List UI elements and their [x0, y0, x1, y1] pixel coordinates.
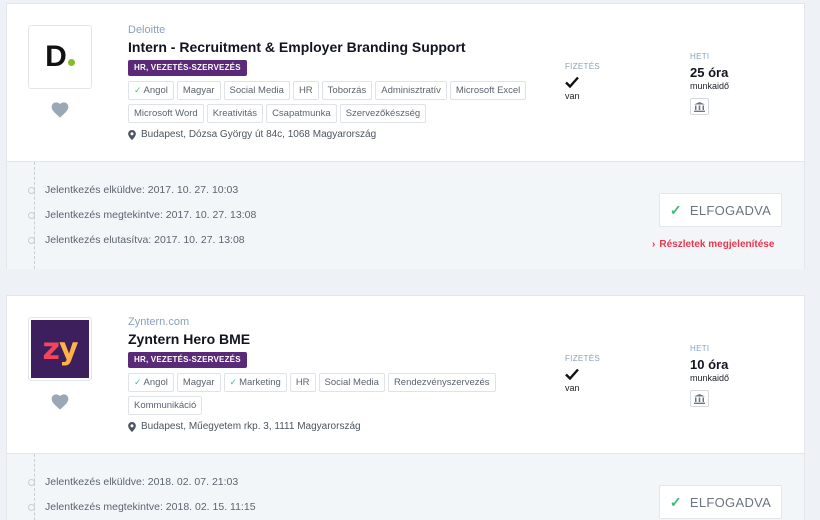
application-card-2: zy Zyntern.com Zyntern Hero BME HR, VEZE…	[6, 295, 805, 520]
tag-microsoft-word: Microsoft Word	[128, 104, 204, 123]
company-logo[interactable]: zy	[28, 317, 92, 381]
tag-szervezokeszseg: Szervezőkészség	[339, 104, 427, 123]
timeline-viewed: Jelentkezés megtekintve: 2017. 10. 27. 1…	[28, 209, 256, 221]
hours-label: HETI	[690, 344, 710, 353]
pay-label: FIZETÉS	[565, 354, 600, 363]
timeline-dot-icon	[28, 186, 35, 194]
check-icon: ✓	[229, 377, 238, 387]
hours-unit: munkaidő	[690, 373, 730, 383]
timeline-sent: Jelentkezés elküldve: 2017. 10. 27. 10:0…	[28, 184, 238, 196]
address-text: Budapest, Dózsa György út 84c, 1068 Magy…	[141, 129, 377, 140]
workplace-building-icon	[690, 98, 709, 115]
tag-angol: ✓ Angol	[128, 373, 174, 392]
company-name[interactable]: Deloitte	[128, 24, 165, 36]
skill-tags: ✓ Angol Magyar ✓ Marketing HR Social Media…	[128, 373, 548, 415]
timeline-dot-icon	[28, 503, 35, 511]
check-icon: ✓	[669, 493, 682, 510]
tag-hr: HR	[289, 373, 316, 392]
tag-marketing: ✓ Marketing	[223, 373, 287, 392]
timeline-dot-icon	[28, 478, 35, 486]
timeline-dot-icon	[28, 211, 35, 219]
tag-microsoft-excel: Microsoft Excel	[449, 81, 527, 100]
tag-social-media: Social Media	[318, 373, 385, 392]
hours-value: 25 óra	[690, 65, 729, 80]
timeline-dot-icon	[28, 236, 35, 244]
job-summary: D Deloitte Intern - Recruitment & Employ…	[7, 4, 804, 161]
application-timeline: Jelentkezés elküldve: 2018. 02. 07. 21:0…	[7, 453, 804, 520]
tag-csapatmunka: Csapatmunka	[266, 104, 337, 123]
company-name[interactable]: Zyntern.com	[128, 316, 189, 328]
pay-check-icon	[565, 76, 579, 88]
zyntern-logo-icon: zy	[31, 320, 89, 378]
tag-adminisztrativ: Adminisztratív	[375, 81, 447, 100]
workplace-building-icon	[690, 390, 709, 407]
tag-magyar: Magyar	[176, 373, 221, 392]
status-badge: ✓ ELFOGADVA	[659, 193, 782, 227]
check-icon: ✓	[134, 85, 142, 95]
company-logo[interactable]: D	[28, 25, 92, 89]
tag-toborzas: Toborzás	[321, 81, 373, 100]
pay-check-icon	[565, 368, 579, 380]
location-pin-icon	[128, 421, 136, 432]
timeline-viewed: Jelentkezés megtekintve: 2018. 02. 15. 1…	[28, 501, 256, 513]
tag-hr: HR	[292, 81, 319, 100]
tag-angol: ✓ Angol	[128, 81, 174, 100]
job-title[interactable]: Zyntern Hero BME	[128, 331, 250, 347]
tag-rendezvenyszervezes: Rendezvényszervezés	[387, 373, 496, 392]
address-text: Budapest, Műegyetem rkp. 3, 1111 Magyaro…	[141, 421, 361, 432]
check-icon: ✓	[669, 201, 682, 218]
favorite-heart-icon[interactable]	[51, 394, 69, 410]
job-address: Budapest, Dózsa György út 84c, 1068 Magy…	[128, 129, 376, 140]
tag-kommunikacio: Kommunikáció	[128, 396, 203, 415]
tag-kreativitas: Kreativitás	[206, 104, 264, 123]
tag-magyar: Magyar	[176, 81, 221, 100]
timeline-rejected: Jelentkezés elutasítva: 2017. 10. 27. 13…	[28, 234, 245, 246]
favorite-heart-icon[interactable]	[51, 102, 69, 118]
tag-social-media: Social Media	[223, 81, 290, 100]
category-badge: HR, VEZETÉS-SZERVEZÉS	[128, 60, 247, 76]
pay-value: van	[565, 383, 580, 393]
timeline-sent: Jelentkezés elküldve: 2018. 02. 07. 21:0…	[28, 476, 238, 488]
status-badge: ✓ ELFOGADVA	[659, 485, 782, 519]
pay-label: FIZETÉS	[565, 62, 600, 71]
chevron-right-icon: ›	[652, 239, 656, 250]
deloitte-logo-icon: D	[45, 40, 75, 74]
category-badge: HR, VEZETÉS-SZERVEZÉS	[128, 352, 247, 368]
show-details-link[interactable]: › Részletek megjelenítése	[652, 239, 774, 250]
check-icon: ✓	[134, 377, 142, 387]
hours-unit: munkaidő	[690, 81, 730, 91]
hours-value: 10 óra	[690, 357, 729, 372]
application-card-1: D Deloitte Intern - Recruitment & Employ…	[6, 3, 805, 269]
application-timeline: Jelentkezés elküldve: 2017. 10. 27. 10:0…	[7, 161, 804, 269]
job-address: Budapest, Műegyetem rkp. 3, 1111 Magyaro…	[128, 421, 361, 432]
job-summary: zy Zyntern.com Zyntern Hero BME HR, VEZE…	[7, 296, 804, 453]
pay-value: van	[565, 91, 580, 101]
hours-label: HETI	[690, 52, 710, 61]
location-pin-icon	[128, 129, 136, 140]
job-title[interactable]: Intern - Recruitment & Employer Branding…	[128, 39, 466, 55]
skill-tags: ✓ Angol Magyar Social Media HR Toborzás A…	[128, 81, 548, 123]
